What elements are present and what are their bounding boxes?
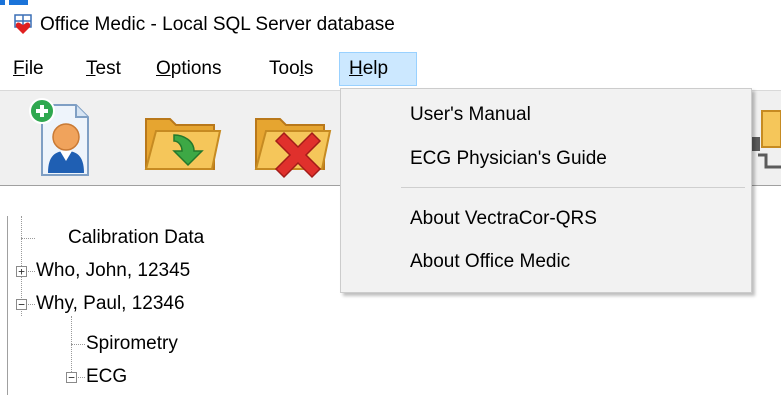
tree-item-who-john[interactable]: Who, John, 12345 <box>36 256 190 286</box>
help-dropdown: User's Manual ECG Physician's Guide Abou… <box>340 88 752 293</box>
menu-separator <box>401 187 745 188</box>
new-patient-icon[interactable] <box>20 97 102 179</box>
tree-item-ecg[interactable]: ECG <box>86 362 127 392</box>
menu-help[interactable]: Help <box>339 52 417 86</box>
menu-item-about-office-medic[interactable]: About Office Medic <box>341 242 751 282</box>
collapse-ecg-icon[interactable]: − <box>66 372 77 383</box>
export-icon[interactable] <box>752 97 781 179</box>
menu-bar: File Test Options Tools Help <box>0 50 781 88</box>
tree-item-calibration[interactable]: Calibration Data <box>68 223 204 253</box>
menu-test[interactable]: Test <box>77 52 130 86</box>
open-folder-icon[interactable] <box>140 97 222 179</box>
menu-options[interactable]: Options <box>147 52 230 86</box>
app-medic-icon <box>14 14 32 34</box>
tree-item-why-paul[interactable]: Why, Paul, 12346 <box>36 289 185 319</box>
expand-who-icon[interactable]: + <box>16 266 27 277</box>
title-bar[interactable]: Office Medic - Local SQL Server database <box>0 6 781 42</box>
delete-folder-icon[interactable] <box>250 97 332 179</box>
collapse-why-icon[interactable]: − <box>16 299 27 310</box>
menu-item-about-vectracor[interactable]: About VectraCor-QRS <box>341 199 751 239</box>
menu-item-ecg-guide[interactable]: ECG Physician's Guide <box>341 139 751 179</box>
tree-item-spirometry[interactable]: Spirometry <box>86 329 178 359</box>
menu-item-users-manual[interactable]: User's Manual <box>341 95 751 135</box>
menu-file[interactable]: File <box>4 52 53 86</box>
menu-tools[interactable]: Tools <box>260 52 322 86</box>
window-title: Office Medic - Local SQL Server database <box>40 14 395 35</box>
